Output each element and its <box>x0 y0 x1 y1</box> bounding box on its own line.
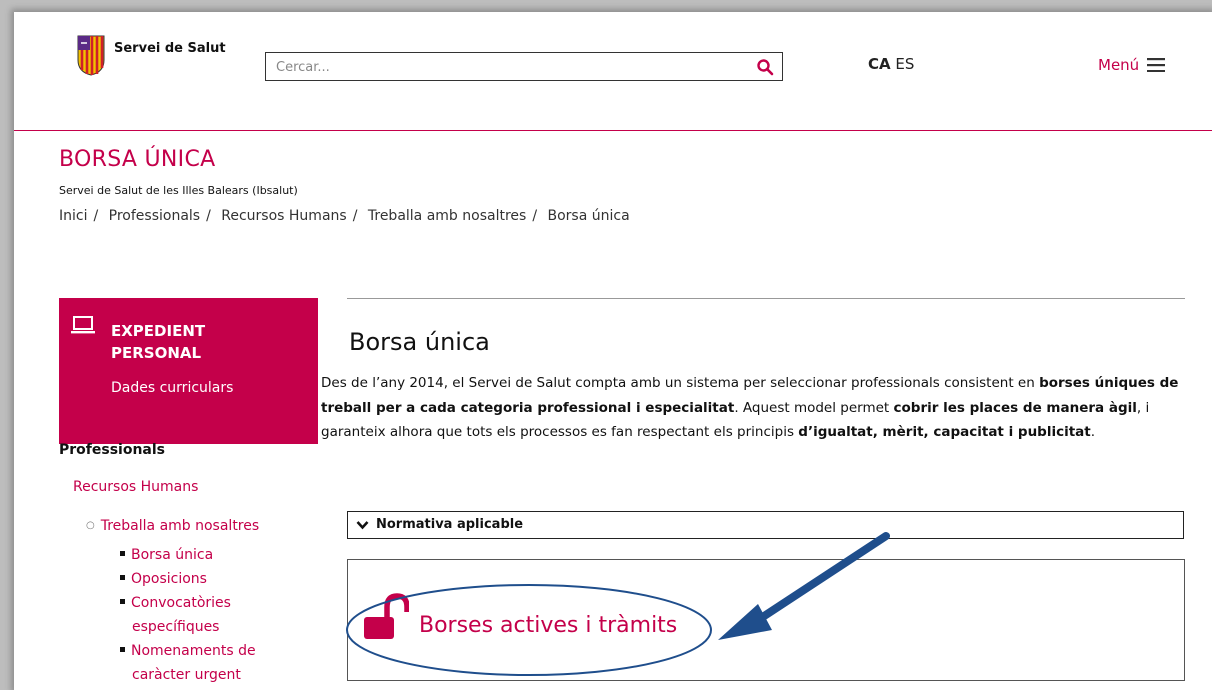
sidebar-item-borsa-unica[interactable]: Borsa única <box>120 543 290 567</box>
search-input[interactable] <box>276 58 736 76</box>
page-title: BORSA ÚNICA <box>59 147 216 172</box>
menu-label: Menú <box>1098 56 1140 74</box>
intro-paragraph: Des de l’any 2014, el Servei de Salut co… <box>321 375 1179 440</box>
breadcrumb-item[interactable]: Professionals <box>109 208 200 224</box>
language-switcher: CA ES <box>868 55 914 73</box>
search-bar <box>265 52 783 81</box>
sidebar-item-nomenaments-cont[interactable]: caràcter urgent <box>120 663 290 687</box>
breadcrumb-current: Borsa única <box>547 208 630 224</box>
square-bullet-icon <box>120 551 125 556</box>
page-subtitle: Servei de Salut de les Illes Balears (Ib… <box>59 184 298 197</box>
square-bullet-icon <box>120 647 125 652</box>
breadcrumb: Inici / Professionals / Recursos Humans / T… <box>59 208 630 224</box>
search-icon[interactable] <box>756 58 774 76</box>
sidebar-item-treballa[interactable]: ○ Treballa amb nosaltres <box>86 518 259 534</box>
logo-text: Servei de Salut <box>114 41 226 56</box>
sidebar-item-label: Treballa amb nosaltres <box>100 518 260 534</box>
balearic-flag-icon <box>77 35 105 76</box>
breadcrumb-item[interactable]: Recursos Humans <box>221 208 346 224</box>
sidebar-item-recursos-humans[interactable]: Recursos Humans <box>73 479 198 495</box>
header-divider <box>14 130 1212 131</box>
lang-ca-link[interactable]: CA <box>868 55 891 73</box>
hamburger-icon <box>1147 58 1166 72</box>
logo[interactable]: Servei de Salut <box>76 34 226 76</box>
sidebar-item-convocatories-cont[interactable]: específiques <box>120 615 290 639</box>
normativa-accordion[interactable]: Normativa aplicable <box>347 511 1184 539</box>
content-title: Borsa única <box>349 328 490 356</box>
page: Servei de Salut CA ES Menú BORSA ÚNICA S… <box>14 12 1212 690</box>
chevron-down-icon <box>356 521 369 530</box>
square-bullet-icon <box>120 599 125 604</box>
borses-actives-link[interactable]: Borses actives i tràmits <box>419 613 677 638</box>
circle-bullet-icon: ○ <box>86 520 95 531</box>
normativa-label: Normativa aplicable <box>376 517 524 532</box>
unlocked-padlock-icon <box>364 593 409 639</box>
expedient-personal-box[interactable]: EXPEDIENT PERSONAL Dades curriculars <box>59 298 318 444</box>
expedient-title: EXPEDIENT PERSONAL <box>111 322 206 362</box>
sidebar-item-convocatories[interactable]: Convocatòries <box>120 591 290 615</box>
lang-es-link[interactable]: ES <box>895 55 914 73</box>
breadcrumb-item[interactable]: Inici <box>59 208 87 224</box>
sidebar-item-oposicions[interactable]: Oposicions <box>120 567 290 591</box>
menu-button[interactable]: Menú <box>1098 56 1166 74</box>
dades-curriculars-link[interactable]: Dades curriculars <box>111 380 233 396</box>
content-divider <box>347 298 1185 299</box>
laptop-icon <box>71 316 95 334</box>
sidebar-sublist: Borsa única Oposicions Convocatòries esp… <box>120 543 290 687</box>
sidebar-item-nomenaments[interactable]: Nomenaments de <box>120 639 290 663</box>
sidebar-heading: Professionals <box>59 442 165 458</box>
breadcrumb-item[interactable]: Treballa amb nosaltres <box>368 208 526 224</box>
square-bullet-icon <box>120 575 125 580</box>
